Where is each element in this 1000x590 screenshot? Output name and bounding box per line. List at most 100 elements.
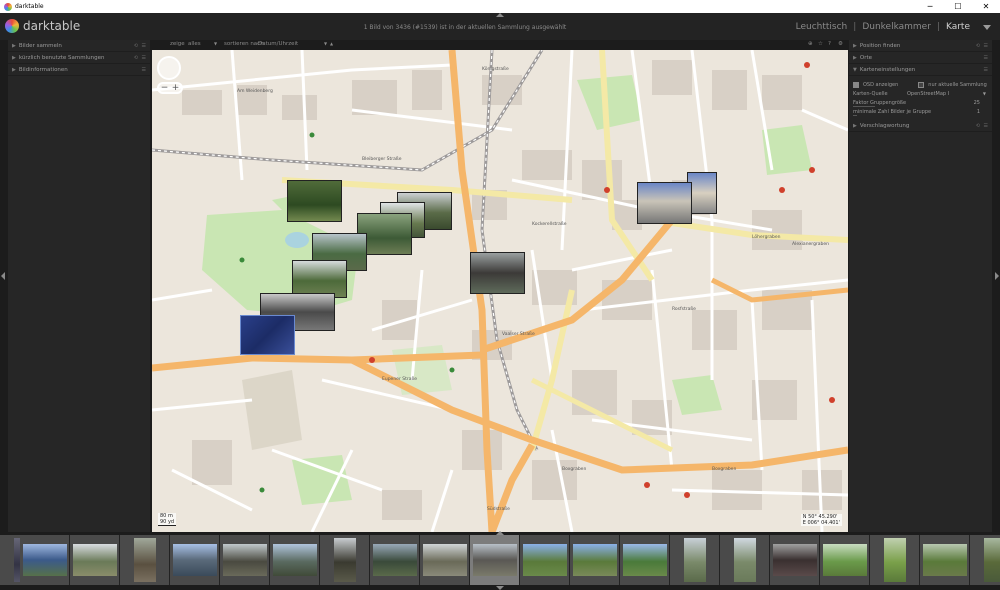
presets-icon[interactable]: ☰ (142, 67, 146, 73)
darktable-logo-icon (5, 19, 19, 33)
sort-dropdown[interactable]: Datum/Uhrzeit (258, 41, 298, 47)
view-lighttable[interactable]: Leuchttisch (796, 22, 848, 32)
filmstrip-thumbnail[interactable] (670, 535, 720, 585)
filmstrip-thumbnail[interactable] (620, 535, 670, 585)
osd-checkbox[interactable] (853, 81, 859, 88)
view-separator: | (853, 22, 857, 32)
street-label: Vaalser Straße (502, 331, 535, 337)
zoom-in-button[interactable]: + (172, 83, 180, 93)
window-titlebar: darktable ─ ☐ ✕ (0, 0, 1000, 13)
map-image-thumbnail[interactable] (637, 182, 692, 224)
collapse-icon: ▼ (853, 66, 857, 73)
logo-text: darktable (23, 19, 81, 33)
module-locations[interactable]: ▶ Orte ☰ (849, 52, 992, 64)
left-panel-toggle-icon[interactable] (1, 272, 5, 280)
filmstrip-thumbnail[interactable] (220, 535, 270, 585)
header: darktable 1 Bild von 3436 (#1539) ist in… (0, 13, 1000, 40)
filmstrip-thumbnail[interactable] (170, 535, 220, 585)
map-source-label: Karten-Quelle (853, 90, 888, 97)
show-label: zeige (170, 41, 185, 47)
filmstrip-thumbnail[interactable] (120, 535, 170, 585)
presets-icon[interactable]: ☰ (984, 43, 988, 49)
module-label: kürzlich benutzte Sammlungen (18, 54, 105, 61)
filmstrip-thumbnail[interactable] (570, 535, 620, 585)
chevron-down-icon[interactable]: ▼ (324, 41, 327, 46)
filmstrip-thumbnail[interactable] (820, 535, 870, 585)
window-title: darktable (15, 3, 44, 10)
grouping-icon[interactable]: ⊕ (808, 41, 813, 47)
show-dropdown[interactable]: alles (188, 41, 201, 47)
module-collect[interactable]: ▶ Bilder sammeln ⟲ ☰ (8, 40, 150, 52)
map-image-thumbnail[interactable] (470, 252, 525, 294)
map-scale: 80 m 90 yd (158, 513, 177, 526)
filmstrip-thumbnail[interactable] (770, 535, 820, 585)
filmstrip-thumbnail[interactable] (720, 535, 770, 585)
module-label: Bildinformationen (18, 66, 68, 73)
top-panel-toggle-icon[interactable] (496, 13, 504, 17)
street-label: Rosfstraße (672, 306, 696, 312)
logo: darktable (5, 19, 80, 33)
reset-icon[interactable]: ⟲ (976, 123, 980, 129)
map-image-thumbnail[interactable] (287, 180, 342, 222)
close-button[interactable]: ✕ (972, 0, 1000, 13)
filmstrip-thumbnail[interactable] (270, 535, 320, 585)
map-image-thumbnail-selected[interactable] (240, 315, 295, 355)
right-panel-toggle-icon[interactable] (995, 272, 999, 280)
filmstrip-thumbnail[interactable] (20, 535, 70, 585)
map-source-row[interactable]: Karten-Quelle OpenStreetMap I ▼ (849, 89, 992, 98)
help-icon[interactable]: ? (828, 41, 831, 47)
module-map-settings[interactable]: ▼ Karteneinstellungen ☰ (849, 64, 992, 76)
module-label: Karteneinstellungen (859, 66, 916, 73)
view-darkroom[interactable]: Dunkelkammer (862, 22, 931, 32)
presets-icon[interactable]: ☰ (984, 55, 988, 61)
street-label: Königstraße (482, 66, 509, 72)
filmstrip-thumbnail-selected[interactable] (470, 535, 520, 585)
view-map[interactable]: Karte (946, 22, 970, 32)
maximize-button[interactable]: ☐ (944, 0, 972, 13)
map-pan-control[interactable] (157, 56, 181, 80)
module-find-location[interactable]: ▶ Position finden ⟲ ☰ (849, 40, 992, 52)
bottom-panel-toggle-icon[interactable] (496, 586, 504, 590)
min-images-slider[interactable]: minimale Zahl Bilder je Gruppe 1 (849, 107, 992, 116)
reset-icon[interactable]: ⟲ (976, 43, 980, 49)
filmstrip-thumbnail[interactable] (970, 535, 1000, 585)
coordinate-east: E 006° 04.401' (802, 520, 840, 526)
group-factor-label: Faktor Gruppengröße (853, 99, 907, 106)
minimize-button[interactable]: ─ (916, 0, 944, 13)
preferences-icon[interactable]: ⚙ (838, 41, 843, 47)
map-view[interactable]: Am Weidenberg Bleiberger Straße Königstr… (152, 50, 848, 532)
filmstrip-thumbnail[interactable] (420, 535, 470, 585)
module-image-info[interactable]: ▶ Bildinformationen ☰ (8, 64, 150, 76)
module-label: Verschlagwortung (859, 122, 910, 129)
expand-icon: ▶ (12, 42, 16, 49)
view-separator: | (936, 22, 940, 32)
reset-icon[interactable]: ⟲ (134, 55, 138, 61)
filmstrip-thumbnail[interactable] (320, 535, 370, 585)
filmstrip-thumbnail[interactable] (520, 535, 570, 585)
module-label: Position finden (859, 42, 901, 49)
star-icon[interactable]: ☆ (818, 41, 823, 47)
zoom-out-button[interactable]: − (161, 83, 169, 93)
expand-icon: ▶ (12, 66, 16, 73)
current-collection-checkbox[interactable] (918, 81, 925, 88)
street-label: Eupener Straße (382, 376, 417, 382)
module-recent-collections[interactable]: ▶ kürzlich benutzte Sammlungen ⟲ ☰ (8, 52, 150, 64)
presets-icon[interactable]: ☰ (142, 55, 146, 61)
street-label: Boxgraben (562, 466, 586, 472)
left-panel: ▶ Bilder sammeln ⟲ ☰ ▶ kürzlich benutzte Sam… (8, 40, 150, 532)
module-tagging[interactable]: ▶ Verschlagwortung ⟲ ☰ (849, 120, 992, 132)
view-menu-icon[interactable] (983, 25, 991, 30)
chevron-down-icon[interactable]: ▼ (214, 41, 217, 46)
presets-icon[interactable]: ☰ (984, 123, 988, 129)
presets-icon[interactable]: ☰ (142, 43, 146, 49)
filmstrip-thumbnail[interactable] (920, 535, 970, 585)
map-source-dropdown[interactable]: OpenStreetMap I (907, 91, 949, 97)
filmstrip-thumbnail[interactable] (870, 535, 920, 585)
filmstrip-thumbnail[interactable] (70, 535, 120, 585)
sort-direction[interactable]: ▲ (330, 41, 333, 46)
group-factor-slider[interactable]: Faktor Gruppengröße 25 (849, 98, 992, 107)
filmstrip-thumbnail[interactable] (370, 535, 420, 585)
right-panel: ▶ Position finden ⟲ ☰ ▶ Orte ☰ ▼ Karteneinstel… (849, 40, 992, 532)
presets-icon[interactable]: ☰ (984, 67, 988, 73)
reset-icon[interactable]: ⟲ (134, 43, 138, 49)
